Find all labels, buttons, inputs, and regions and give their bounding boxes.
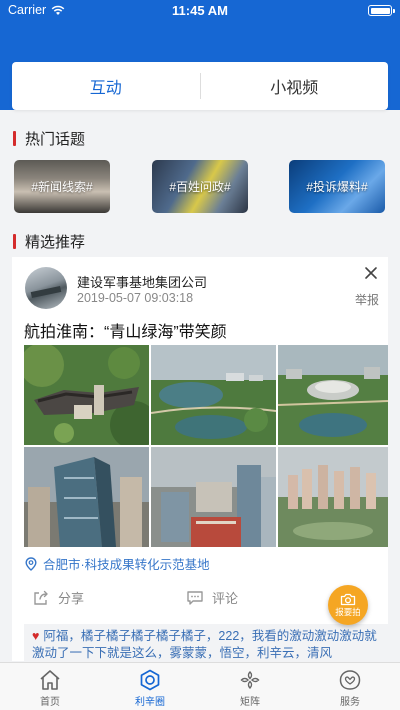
post-title[interactable]: 航拍淮南：“青山绿海”带笑颜	[24, 318, 227, 342]
topic-complaints[interactable]: #投诉爆料#	[289, 160, 385, 213]
post-author[interactable]: 建设军事基地集团公司	[77, 272, 207, 291]
topic-label: #百姓问政#	[169, 180, 231, 194]
home-icon	[40, 670, 60, 690]
section-marker	[13, 234, 16, 249]
avatar[interactable]	[25, 267, 67, 309]
share-label: 分享	[58, 591, 85, 606]
nav-lixin-circle[interactable]: 利辛圈	[100, 663, 200, 710]
tab-interaction[interactable]: 互动	[12, 74, 200, 98]
battery-icon	[368, 5, 395, 16]
nav-matrix[interactable]: 矩阵	[200, 663, 300, 710]
location-pin-icon	[25, 556, 37, 571]
comment-button[interactable]: 评论	[186, 588, 238, 607]
share-button[interactable]: 分享	[32, 588, 84, 607]
close-icon[interactable]	[363, 265, 379, 281]
post-photo[interactable]	[151, 447, 276, 547]
comments-preview[interactable]: ♥ 阿福，橘子橘子橘子橘子橘子，222，我看的激动激动激动就激动了一下下就是这么，…	[24, 624, 388, 661]
status-bar: Carrier 11:45 AM	[0, 0, 400, 22]
topic-news-tips[interactable]: #新闻线索#	[14, 160, 110, 213]
report-shoot-button[interactable]: 报要拍	[328, 585, 368, 625]
circle-icon	[140, 669, 160, 691]
post-photo[interactable]	[278, 345, 388, 445]
report-button[interactable]: 举报	[355, 291, 379, 308]
fab-label: 报要拍	[335, 606, 361, 617]
topic-label: #投诉爆料#	[306, 180, 368, 194]
nav-home-label: 首页	[40, 697, 60, 708]
topic-label: #新闻线索#	[31, 180, 93, 194]
tab-short-video[interactable]: 小视频	[201, 74, 389, 98]
matrix-icon	[240, 671, 260, 689]
nav-home[interactable]: 首页	[0, 663, 100, 710]
nav-service-label: 服务	[340, 697, 360, 708]
topic-public-inquiry[interactable]: #百姓问政#	[152, 160, 248, 213]
section-marker	[13, 131, 16, 146]
post-photo[interactable]	[151, 345, 276, 445]
hot-topics-title: 热门话题	[25, 131, 86, 148]
share-icon	[34, 590, 48, 605]
bottom-nav: 首页 利辛圈 矩阵 服务	[0, 662, 400, 710]
nav-service[interactable]: 服务	[300, 663, 400, 710]
heart-icon: ♥	[32, 629, 40, 643]
nav-circle-label: 利辛圈	[135, 697, 165, 708]
post-location[interactable]: 合肥市·科技成果转化示范基地	[25, 554, 210, 573]
post-photo[interactable]	[24, 447, 149, 547]
service-icon	[339, 670, 361, 690]
comment-icon	[187, 590, 203, 605]
post-photo[interactable]	[278, 447, 388, 547]
aerial-photo-image	[151, 447, 276, 547]
nav-matrix-label: 矩阵	[240, 697, 260, 708]
aerial-photo-image	[278, 447, 388, 547]
post-photo[interactable]	[24, 345, 149, 445]
aerial-photo-image	[24, 447, 149, 547]
post-time: 2019-05-07 09:03:18	[77, 291, 194, 305]
clock: 11:45 AM	[172, 3, 228, 18]
comment-text: 阿福，橘子橘子橘子橘子橘子，222，我看的激动激动激动就激动了一下下就是这么，雾…	[32, 629, 377, 660]
featured-heading: 精选推荐	[13, 231, 85, 252]
aerial-photo-image	[151, 345, 276, 445]
location-label: 合肥市·科技成果转化示范基地	[43, 558, 210, 572]
tab-bar: 互动 小视频	[12, 62, 388, 110]
featured-title: 精选推荐	[25, 234, 86, 251]
camera-icon	[340, 593, 356, 605]
comment-label: 评论	[212, 591, 239, 606]
aerial-photo-image	[24, 345, 149, 445]
hot-topics-heading: 热门话题	[13, 128, 85, 149]
aerial-photo-image	[278, 345, 388, 445]
